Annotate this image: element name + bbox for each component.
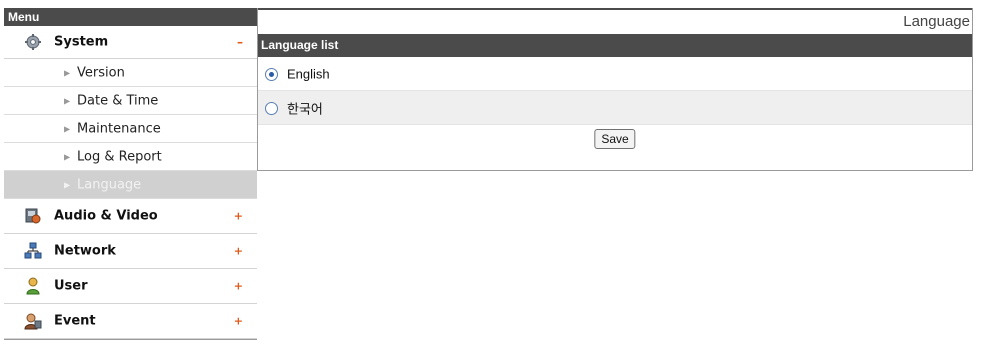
language-option-english[interactable]: English [258, 57, 972, 91]
save-button[interactable]: Save [594, 129, 636, 149]
collapse-icon[interactable]: – [237, 35, 243, 49]
menu-group-user[interactable]: User + [4, 269, 257, 304]
triangle-right-icon: ▶ [64, 96, 71, 105]
expand-icon[interactable]: + [234, 210, 243, 223]
sidebar-item-label: Date & Time [77, 93, 159, 108]
radio-korean[interactable] [265, 101, 278, 115]
sidebar-divider [4, 339, 257, 340]
network-icon [24, 242, 42, 259]
triangle-right-icon: ▶ [64, 180, 71, 189]
expand-icon[interactable]: + [234, 245, 243, 258]
expand-icon[interactable]: + [234, 315, 243, 328]
triangle-right-icon: ▶ [64, 152, 71, 161]
sidebar-item-label: Language [77, 177, 142, 192]
gear-icon [25, 34, 41, 50]
expand-icon[interactable]: + [234, 280, 243, 293]
menu-header: Menu [4, 8, 257, 26]
triangle-right-icon: ▶ [64, 124, 71, 133]
option-label: 한국어 [287, 101, 323, 116]
triangle-right-icon: ▶ [64, 68, 71, 77]
menu-group-label: Network [54, 243, 116, 259]
sidebar-item-date-time[interactable]: ▶ Date & Time [4, 87, 257, 115]
sidebar-item-label: Maintenance [77, 121, 161, 136]
language-panel: Language Language list English 한국어 Save [257, 8, 973, 171]
sidebar-item-label: Log & Report [77, 149, 162, 164]
menu-group-audio-video[interactable]: Audio & Video + [4, 199, 257, 234]
camera-icon [25, 208, 41, 224]
page-title: Language [258, 8, 972, 34]
menu-group-network[interactable]: Network + [4, 234, 257, 269]
menu-group-label: Event [54, 313, 96, 329]
menu-group-label: Audio & Video [54, 208, 158, 224]
sidebar-item-log-report[interactable]: ▶ Log & Report [4, 143, 257, 171]
language-option-korean[interactable]: 한국어 [258, 91, 972, 125]
menu-group-system[interactable]: System – [4, 26, 257, 59]
user-icon [26, 277, 40, 295]
save-row: Save [258, 125, 972, 155]
sidebar-item-maintenance[interactable]: ▶ Maintenance [4, 115, 257, 143]
sidebar-item-language[interactable]: ▶ Language [4, 171, 257, 199]
section-header: Language list [258, 34, 972, 57]
sidebar-item-label: Version [77, 65, 125, 80]
menu-group-label: User [54, 278, 88, 294]
sidebar-item-version[interactable]: ▶ Version [4, 59, 257, 87]
sidebar-menu: Menu System – ▶ Version ▶ Date & Time ▶ … [4, 8, 257, 340]
option-label: English [287, 66, 330, 81]
radio-english[interactable] [265, 67, 278, 81]
event-icon [24, 313, 42, 330]
menu-group-label: System [54, 34, 109, 50]
menu-group-event[interactable]: Event + [4, 304, 257, 339]
